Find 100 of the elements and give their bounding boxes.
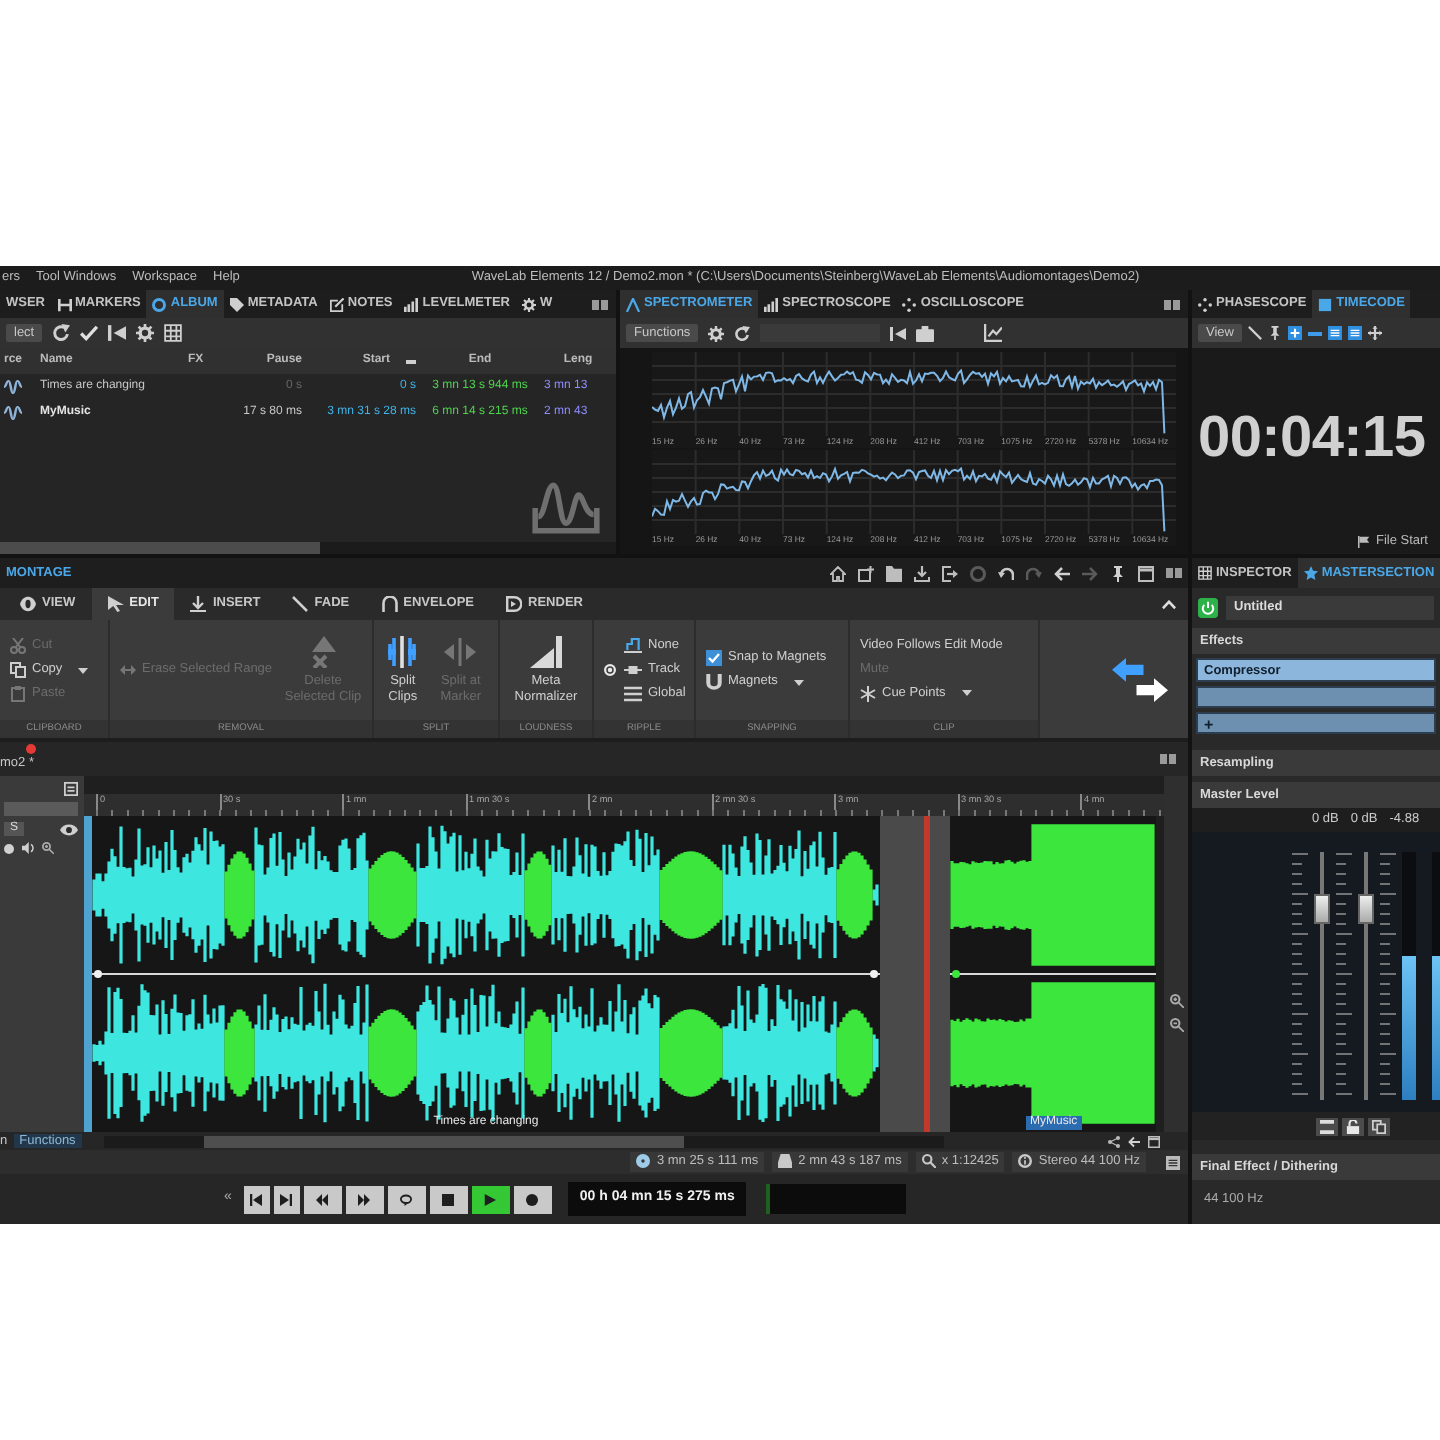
stop-icon — [442, 1193, 455, 1205]
refresh-icon[interactable] — [52, 324, 71, 342]
envelope-handle[interactable] — [94, 970, 102, 978]
transport-button[interactable] — [345, 1185, 384, 1213]
gear-icon[interactable] — [708, 325, 725, 341]
transport-button[interactable] — [303, 1185, 342, 1213]
arrow-down-icon — [190, 596, 207, 612]
export-icon[interactable] — [942, 565, 958, 581]
dots-icon — [902, 297, 917, 311]
equals-icon — [1320, 1119, 1334, 1133]
copy-icon — [10, 662, 26, 678]
transport-button[interactable] — [243, 1185, 270, 1213]
plus-icon[interactable] — [1287, 326, 1302, 340]
check-icon[interactable] — [80, 324, 99, 342]
circle-icon[interactable] — [970, 565, 986, 581]
folder-icon[interactable] — [886, 565, 902, 581]
level-display — [766, 1184, 907, 1214]
add-effect-button[interactable]: + — [1196, 712, 1436, 734]
slash-icon — [292, 596, 309, 612]
transport-button[interactable] — [273, 1185, 300, 1213]
flag-icon — [1357, 536, 1370, 548]
lines-icon[interactable] — [1347, 326, 1362, 340]
track-name-field[interactable] — [4, 802, 78, 816]
add-window-icon[interactable] — [858, 565, 874, 581]
panel-menu-icon[interactable] — [592, 299, 608, 309]
undo-icon[interactable] — [998, 565, 1014, 581]
dots-icon — [1198, 297, 1212, 311]
bracket-icon — [57, 297, 71, 311]
back-arrow-icon[interactable] — [1054, 565, 1070, 581]
power-icon[interactable] — [1198, 598, 1218, 618]
delete-icon — [307, 635, 340, 668]
loop-icon — [400, 1193, 413, 1205]
transport-button[interactable] — [471, 1185, 510, 1213]
panel-menu-icon[interactable] — [1164, 299, 1180, 309]
caret-down-icon — [793, 679, 804, 685]
caret-down-icon — [961, 690, 972, 697]
icon-button[interactable] — [1316, 1117, 1338, 1135]
global-ripple-icon — [624, 686, 642, 702]
fader-thumb[interactable] — [1358, 893, 1374, 924]
track-menu-icon[interactable] — [64, 782, 78, 796]
minus-icon[interactable] — [1307, 331, 1322, 335]
timecode-display: 00:04:15 — [1192, 348, 1440, 530]
radio-dot-icon — [604, 664, 616, 676]
list-icon[interactable] — [1166, 1155, 1180, 1169]
redo-icon[interactable] — [1026, 565, 1042, 581]
zoom-out-icon[interactable] — [1169, 1018, 1183, 1032]
envelope-handle[interactable] — [870, 970, 878, 978]
icon-button[interactable] — [1368, 1117, 1390, 1135]
magnet-icon — [706, 674, 722, 690]
search-icon — [921, 1154, 936, 1169]
note-icon — [329, 297, 344, 311]
transport-button[interactable] — [429, 1185, 468, 1213]
panel-menu-icon[interactable] — [1166, 568, 1182, 578]
track-ripple-icon — [624, 662, 642, 678]
camera-icon[interactable] — [916, 325, 935, 341]
back-arrow-icon[interactable] — [1128, 1135, 1140, 1147]
copy-icon — [1372, 1119, 1386, 1133]
split-arrows-icon — [1112, 657, 1168, 701]
scrollbar-track[interactable] — [0, 542, 616, 554]
window-icon[interactable] — [1148, 1135, 1160, 1147]
lines-icon[interactable] — [1327, 326, 1342, 340]
jump-to-start-icon[interactable] — [108, 324, 127, 342]
transport-button[interactable] — [513, 1185, 552, 1213]
share-icon[interactable] — [1108, 1135, 1120, 1147]
slash-icon[interactable] — [1247, 326, 1262, 340]
grid-icon[interactable] — [164, 324, 183, 342]
gear-icon[interactable] — [136, 324, 155, 342]
jump-to-start-icon[interactable] — [890, 325, 907, 341]
chart-icon[interactable] — [984, 324, 1003, 342]
dash-icon — [406, 359, 416, 363]
checkbox[interactable] — [706, 650, 722, 666]
window-icon[interactable] — [1138, 565, 1154, 581]
speaker-icon[interactable] — [22, 842, 34, 855]
dot-icon[interactable] — [4, 843, 14, 854]
move-icon[interactable] — [1367, 326, 1382, 340]
transport-button[interactable] — [387, 1185, 426, 1213]
envelope-handle[interactable] — [952, 970, 960, 978]
zoom-in-icon[interactable] — [42, 842, 54, 855]
forward-arrow-icon[interactable] — [1082, 565, 1098, 581]
drive-icon — [778, 1154, 793, 1169]
pin-icon[interactable] — [1110, 565, 1126, 581]
pin-icon[interactable] — [1267, 326, 1282, 340]
zoom-in-icon[interactable] — [1169, 994, 1183, 1008]
effect-slot[interactable] — [1196, 686, 1436, 708]
scrollbar-thumb[interactable] — [203, 1135, 684, 1147]
panel-menu-icon[interactable] — [1160, 754, 1176, 764]
icon-button[interactable] — [1342, 1117, 1364, 1135]
tag-icon — [229, 297, 244, 311]
record-icon — [526, 1193, 539, 1205]
star-icon — [1303, 566, 1318, 580]
scrollbar-thumb[interactable] — [0, 542, 320, 554]
fast-forward-icon — [358, 1193, 371, 1205]
fader-thumb[interactable] — [1314, 893, 1330, 924]
download-icon[interactable] — [914, 565, 930, 581]
asterisk-icon — [860, 685, 876, 702]
eye-icon[interactable] — [60, 823, 78, 836]
home-icon[interactable] — [830, 565, 846, 581]
caret-up-icon[interactable] — [1162, 599, 1176, 609]
refresh-icon[interactable] — [734, 325, 751, 341]
bars-icon — [764, 297, 779, 311]
